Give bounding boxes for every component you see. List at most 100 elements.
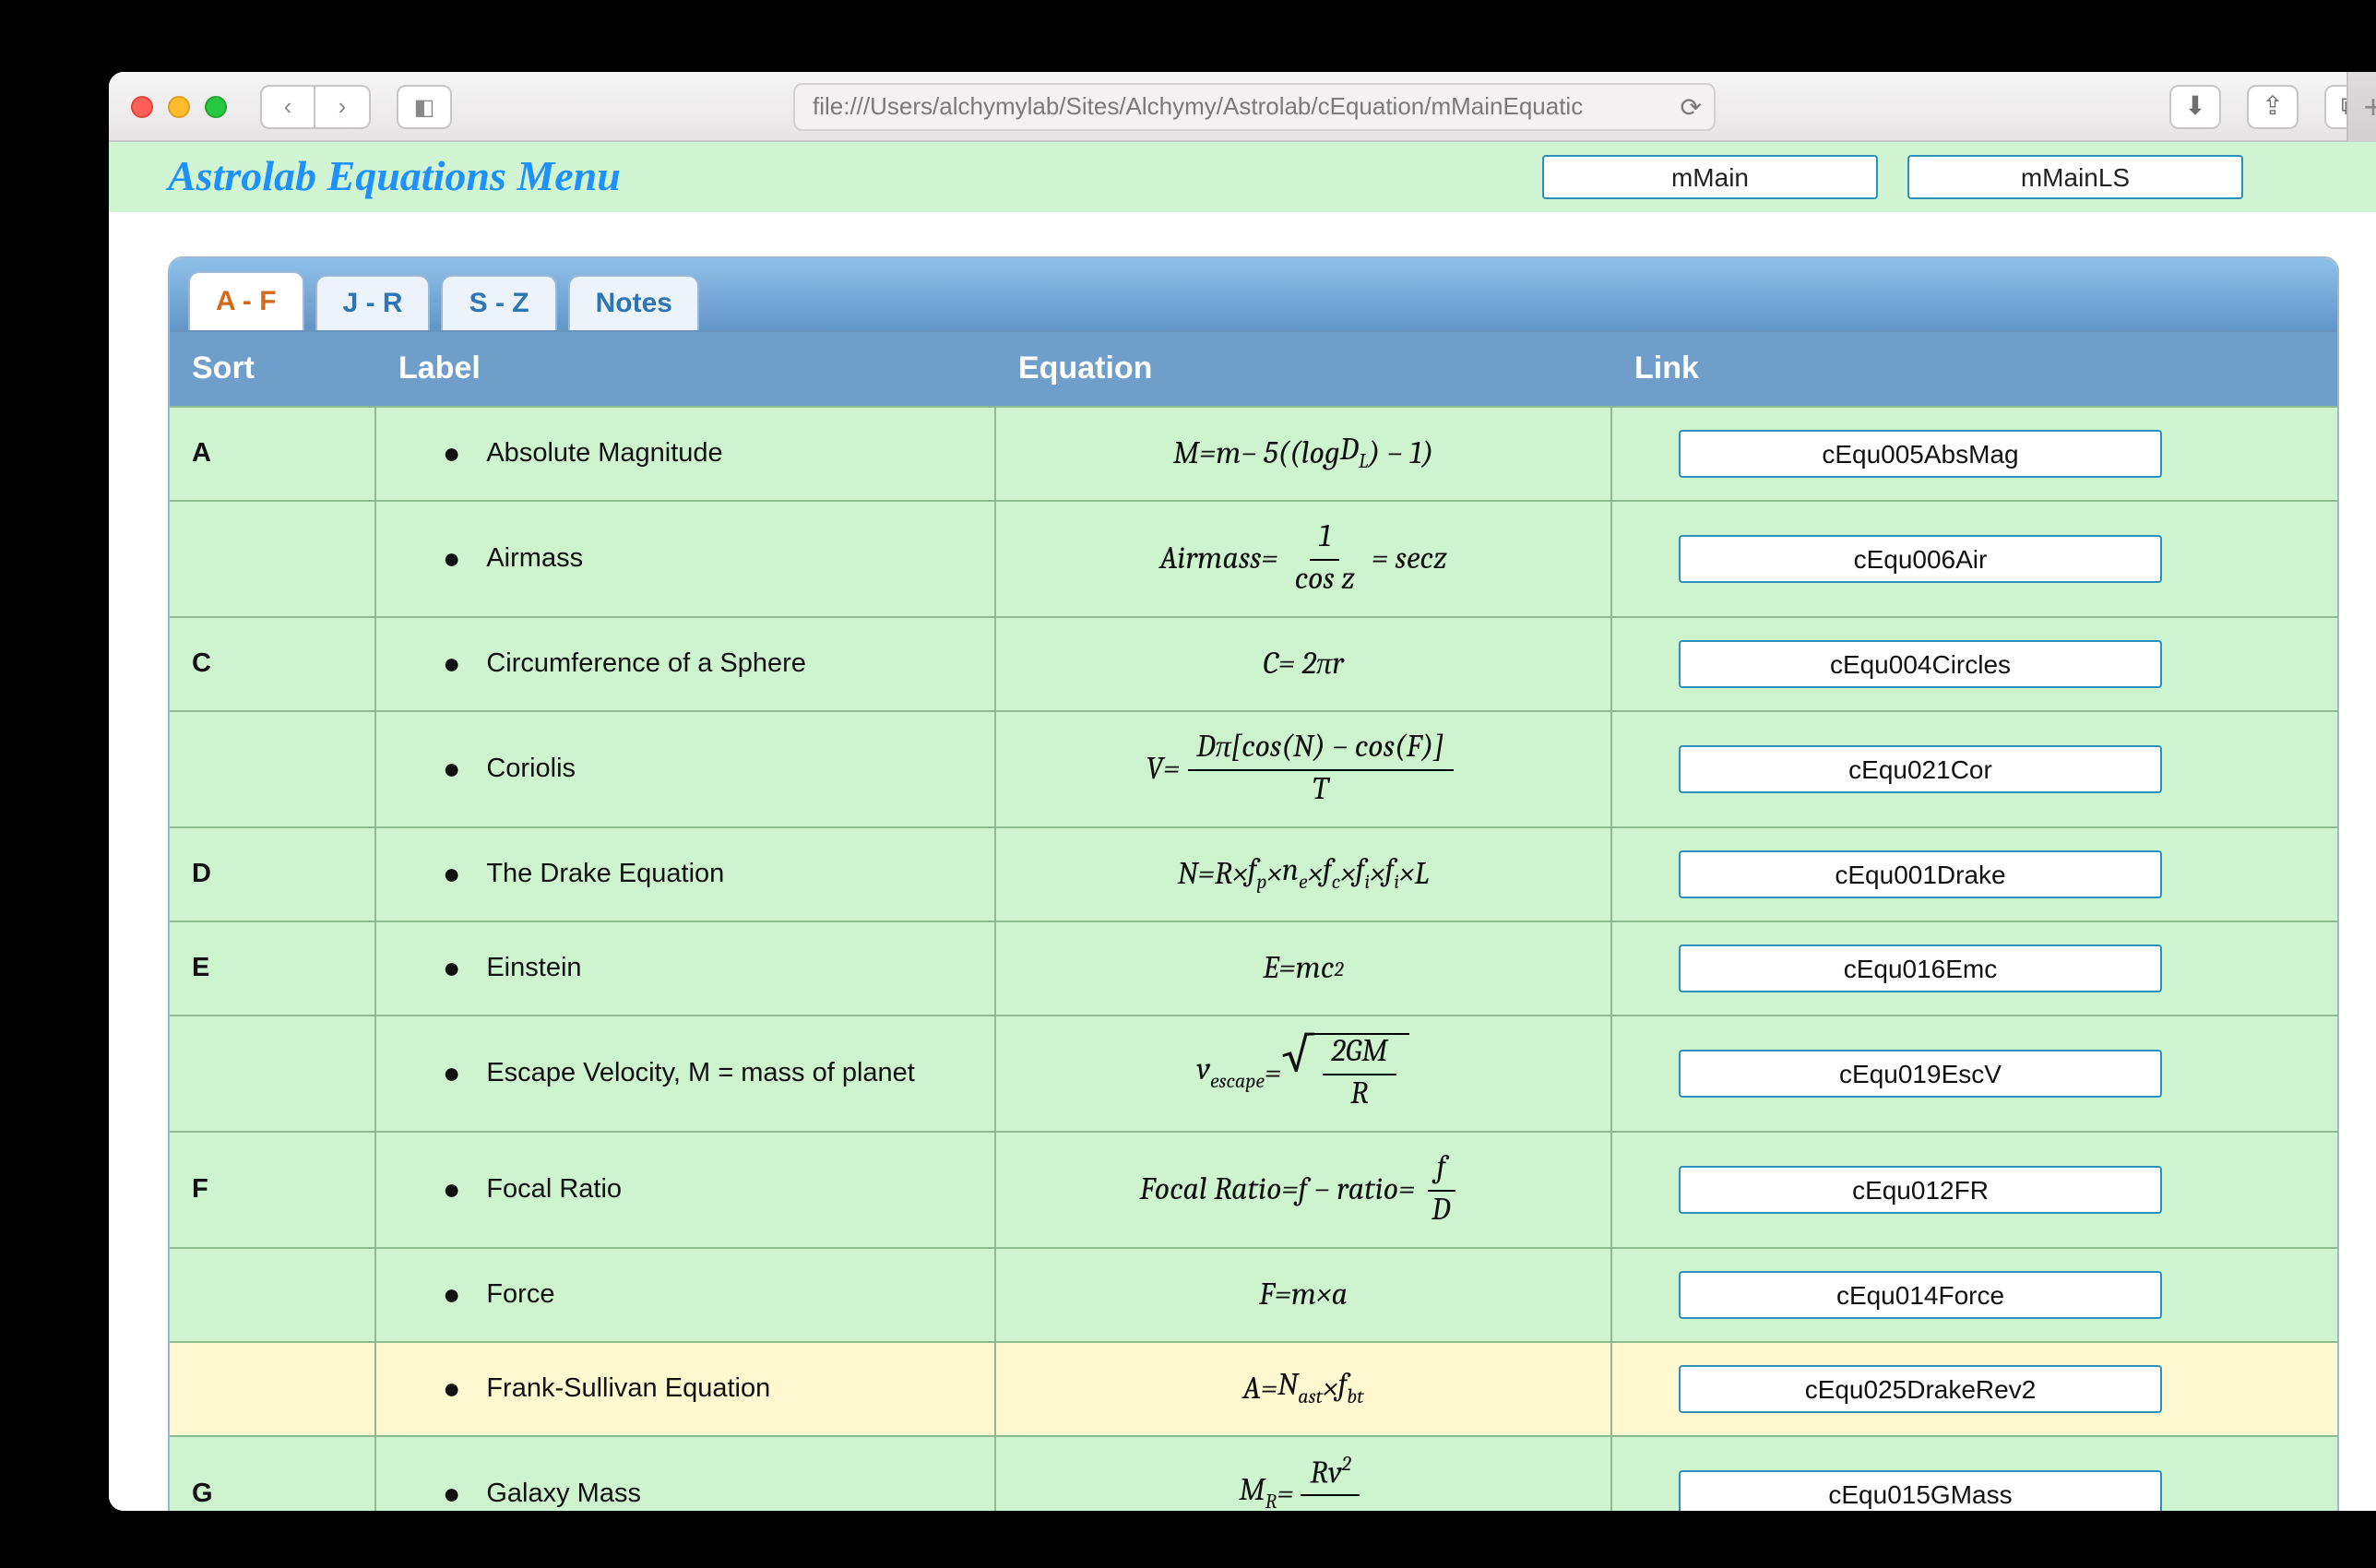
equation-cell: C = 2πr [996,618,1612,710]
label-cell: ●Airmass [376,502,996,616]
label-text: Airmass [486,544,583,574]
label-cell: ●Absolute Magnitude [376,408,996,500]
label-text: Galaxy Mass [486,1479,641,1509]
equation-cell: V = Dπ[cos(N) − cos(F)]T [996,712,1612,826]
sort-cell: G [170,1437,376,1511]
equation-cell: E = mc2 [996,922,1612,1015]
column-label: Label [376,332,996,406]
address-bar[interactable]: file:///Users/alchymylab/Sites/Alchymy/A… [792,82,1715,130]
table-row: ●AirmassAirmass = 1cos z = sec z cEqu006A… [170,500,2337,616]
equation-cell: N = R × fp × ne × fc × fi × fi × L [996,828,1612,921]
tab-strip: A - FJ - RS - ZNotes [170,258,2337,332]
sort-cell: A [170,408,376,500]
minimize-icon[interactable] [168,95,190,117]
label-text: Frank-Sullivan Equation [486,1374,770,1404]
link-cell: cEqu005AbsMag [1612,408,2228,500]
label-text: Focal Ratio [486,1175,622,1205]
link-cell: cEqu014Force [1612,1249,2228,1341]
table-row: G●Galaxy MassMR = Rv2 cEqu015GMass [170,1435,2337,1511]
url-text: file:///Users/alchymylab/Sites/Alchymy/A… [813,92,1583,120]
close-icon[interactable] [131,95,153,117]
sort-cell: E [170,922,376,1015]
link-button[interactable]: cEqu021Cor [1679,745,2162,793]
tab-s-z[interactable]: S - Z [442,275,557,330]
link-button[interactable]: cEqu016Emc [1679,944,2162,992]
link-cell: cEqu019EscV [1612,1016,2228,1131]
header-button-mmain[interactable]: mMain [1542,155,1878,199]
tab-notes[interactable]: Notes [568,275,700,330]
downloads-icon[interactable]: ⬇ [2169,84,2221,128]
link-cell: cEqu001Drake [1612,828,2228,921]
tab-a-f[interactable]: A - F [188,271,304,330]
table-row: E●EinsteinE = mc2 cEqu016Emc [170,921,2337,1015]
sidebar-button[interactable]: ◧ [397,84,452,128]
link-button[interactable]: cEqu006Air [1679,535,2162,583]
sort-cell [170,712,376,826]
header-button-mmainls[interactable]: mMainLS [1907,155,2243,199]
link-cell: cEqu006Air [1612,502,2228,616]
table-row: D●The Drake EquationN = R × fp × ne × fc… [170,826,2337,921]
table-header: SortLabelEquationLink [170,332,2337,406]
label-cell: ●Einstein [376,922,996,1015]
page-title: Astrolab Equations Menu [168,153,621,201]
link-cell: cEqu021Cor [1612,712,2228,826]
label-text: Coriolis [486,754,576,784]
titlebar: ‹ › ◧ file:///Users/alchymylab/Sites/Alc… [109,72,2376,142]
sort-cell: D [170,828,376,921]
label-cell: ●The Drake Equation [376,828,996,921]
link-button[interactable]: cEqu004Circles [1679,640,2162,688]
new-tab-button[interactable]: + [2346,72,2376,142]
link-button[interactable]: cEqu005AbsMag [1679,430,2162,478]
column-sort: Sort [170,332,376,406]
label-text: Absolute Magnitude [486,439,722,469]
table-row: ●ForceF = m × a cEqu014Force [170,1247,2337,1341]
column-equation: Equation [996,332,1612,406]
link-button[interactable]: cEqu019EscV [1679,1050,2162,1098]
zoom-icon[interactable] [205,95,227,117]
page-header: Astrolab Equations Menu mMain mMainLS [109,142,2376,212]
link-button[interactable]: cEqu025DrakeRev2 [1679,1365,2162,1413]
label-cell: ●Frank-Sullivan Equation [376,1343,996,1435]
link-cell: cEqu025DrakeRev2 [1612,1343,2228,1435]
equation-cell: M = m − 5((log DL ) − 1) [996,408,1612,500]
sort-cell: F [170,1133,376,1247]
link-button[interactable]: cEqu015GMass [1679,1470,2162,1511]
equation-cell: F = m × a [996,1249,1612,1341]
table-row: ●CoriolisV = Dπ[cos(N) − cos(F)]T cEqu021… [170,710,2337,826]
label-cell: ●Circumference of a Sphere [376,618,996,710]
table-row: A●Absolute MagnitudeM = m − 5((log DL ) … [170,406,2337,500]
label-text: The Drake Equation [486,860,724,889]
column-link: Link [1612,332,2228,406]
label-cell: ●Escape Velocity, M = mass of planet [376,1016,996,1131]
back-button[interactable]: ‹ [260,84,315,128]
label-cell: ●Galaxy Mass [376,1437,996,1511]
label-cell: ●Coriolis [376,712,996,826]
sort-cell [170,1249,376,1341]
sort-cell [170,502,376,616]
sort-cell [170,1016,376,1131]
label-cell: ●Focal Ratio [376,1133,996,1247]
link-cell: cEqu015GMass [1612,1437,2228,1511]
equation-cell: vescape = √2GMR [996,1016,1612,1131]
share-icon[interactable]: ⇪ [2247,84,2299,128]
equation-cell: Airmass = 1cos z = sec z [996,502,1612,616]
content-panel: A - FJ - RS - ZNotes SortLabelEquationLi… [168,256,2339,1511]
equation-cell: Focal Ratio = f − ratio = fD [996,1133,1612,1247]
link-button[interactable]: cEqu012FR [1679,1166,2162,1214]
table-body: A●Absolute MagnitudeM = m − 5((log DL ) … [170,406,2337,1511]
link-button[interactable]: cEqu001Drake [1679,850,2162,898]
table-row: ●Frank-Sullivan EquationA = Nast × fbt cE… [170,1341,2337,1435]
equation-cell: A = Nast × fbt [996,1343,1612,1435]
label-cell: ●Force [376,1249,996,1341]
page-content: Astrolab Equations Menu mMain mMainLS A -… [109,142,2376,1511]
link-button[interactable]: cEqu014Force [1679,1271,2162,1319]
table-row: C●Circumference of a SphereC = 2πr cEqu00… [170,616,2337,710]
reload-icon[interactable]: ⟳ [1681,91,1702,123]
label-text: Force [486,1280,554,1310]
sort-cell: C [170,618,376,710]
window-controls [131,95,227,117]
tab-j-r[interactable]: J - R [315,275,431,330]
link-cell: cEqu012FR [1612,1133,2228,1247]
forward-button[interactable]: › [315,84,371,128]
table-row: F●Focal RatioFocal Ratio = f − ratio = f… [170,1131,2337,1247]
